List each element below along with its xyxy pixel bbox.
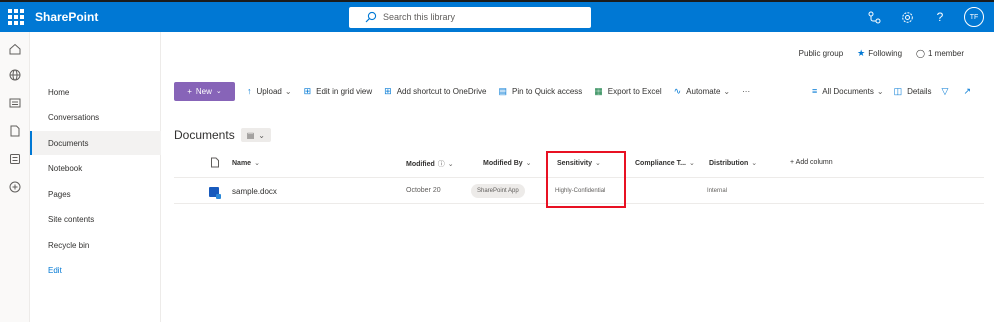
library-title-text: Documents (174, 128, 235, 142)
add-shortcut-label: Add shortcut to OneDrive (396, 86, 487, 96)
site-navigation: Home Conversations Documents Notebook Pa… (30, 32, 161, 322)
search-placeholder: Search this library (383, 12, 456, 22)
settings-gear-icon[interactable] (898, 8, 916, 26)
chevron-down-icon: ⌄ (723, 86, 731, 96)
modified-cell: October 20 (406, 187, 441, 194)
edit-grid-button[interactable]: ⊞ Edit in grid view (304, 86, 373, 97)
pin-icon: ▤ (498, 85, 508, 96)
chevron-down-icon: ⌄ (688, 160, 695, 167)
chevron-down-icon: ⌄ (254, 160, 260, 167)
add-shortcut-button[interactable]: ⊞ Add shortcut to OneDrive (384, 86, 486, 97)
export-label: Export to Excel (607, 86, 662, 96)
shortcut-icon: ⊞ (384, 85, 392, 96)
nav-item-documents[interactable]: Documents (30, 131, 161, 155)
column-distribution-label: Distribution (709, 160, 749, 167)
modified-by-pill[interactable]: SharePoint App (471, 184, 525, 198)
grid-icon: ⊞ (303, 85, 312, 96)
share-network-icon[interactable] (865, 8, 883, 26)
distribution-cell: Internal (707, 188, 728, 194)
automate-label: Automate (686, 86, 721, 96)
star-icon: ★ (857, 48, 866, 58)
chevron-down-icon: ⌄ (751, 160, 758, 167)
column-compliance-label: Compliance T... (635, 160, 686, 167)
file-name-link[interactable]: sample.docx (232, 187, 277, 196)
search-icon (365, 11, 377, 23)
chevron-down-icon: ⌄ (258, 130, 265, 140)
column-header-compliance[interactable]: Compliance T... ⌄ (635, 159, 695, 167)
new-label: New (195, 86, 212, 96)
column-name-label: Name (232, 160, 252, 167)
suite-header: SharePoint Search this library ? TF (0, 0, 994, 32)
file-type-header-icon[interactable] (210, 157, 220, 168)
chevron-down-icon: ⌄ (525, 160, 532, 167)
column-modified-by-label: Modified By (483, 160, 523, 167)
create-icon[interactable] (8, 180, 22, 194)
upload-button[interactable]: ↑ Upload ⌄ (247, 86, 292, 96)
nav-item-conversations[interactable]: Conversations (30, 105, 161, 129)
user-avatar[interactable]: TF (964, 7, 984, 27)
details-label: Details (907, 86, 932, 96)
view-label: All Documents (822, 86, 874, 96)
filter-icon[interactable]: ▽ (942, 86, 954, 97)
nav-item-recycle-bin[interactable]: Recycle bin (30, 233, 161, 257)
column-header-modified-by[interactable]: Modified By ⌄ (483, 159, 532, 167)
expand-icon[interactable]: ↗ (963, 86, 976, 97)
nav-edit-link[interactable]: Edit (30, 258, 161, 282)
chevron-down-icon: ⌄ (876, 86, 884, 96)
details-pane-icon: ◫ (893, 85, 903, 96)
automate-button[interactable]: ∿ Automate ⌄ (674, 86, 731, 97)
lists-icon[interactable] (8, 152, 22, 166)
column-header-name[interactable]: Name ⌄ (232, 159, 260, 167)
command-bar: + New ⌄ ↑ Upload ⌄ ⊞ Edit in grid view ⊞ Add… (174, 81, 984, 101)
column-header-modified[interactable]: Modified ⓘ ⌄ (406, 159, 454, 169)
upload-label: Upload (256, 86, 282, 96)
plus-icon: + (187, 86, 192, 96)
nav-item-site-contents[interactable]: Site contents (30, 207, 161, 231)
info-icon: ⓘ (437, 161, 445, 168)
search-box[interactable]: Search this library (349, 7, 591, 28)
add-column-button[interactable]: + Add column (790, 159, 833, 166)
chevron-down-icon: ⌄ (284, 86, 292, 96)
automate-icon: ∿ (673, 85, 682, 96)
edit-grid-label: Edit in grid view (316, 86, 373, 96)
members-button[interactable]: ◯ 1 member (916, 49, 964, 58)
more-button[interactable]: ··· (742, 87, 750, 96)
column-modified-label: Modified (406, 161, 435, 168)
app-launcher-icon[interactable] (8, 9, 24, 25)
excel-icon: ▦ (594, 85, 603, 96)
filter-lines-icon: ≡ (812, 86, 818, 96)
home-icon[interactable] (8, 42, 22, 56)
sensitivity-highlight-box (546, 151, 626, 208)
word-document-icon (209, 187, 221, 199)
view-switcher[interactable]: ≡ All Documents ⌄ (812, 86, 884, 96)
details-button[interactable]: ◫ Details (894, 86, 932, 97)
nav-item-pages[interactable]: Pages (30, 182, 161, 206)
library-view-icon: ▤​ (246, 130, 255, 140)
nav-item-notebook[interactable]: Notebook (30, 156, 161, 180)
upload-arrow-icon: ↑ (247, 86, 252, 96)
app-brand[interactable]: SharePoint (35, 10, 98, 24)
help-icon[interactable]: ? (931, 8, 949, 26)
news-icon[interactable] (8, 96, 22, 110)
export-excel-button[interactable]: ▦ Export to Excel (594, 86, 661, 97)
globe-icon[interactable] (8, 68, 22, 82)
site-header-actions: Public group ★ Following ◯ 1 member (799, 48, 964, 59)
follow-button[interactable]: ★ Following (857, 48, 902, 59)
chevron-down-icon: ⌄ (215, 88, 222, 95)
files-icon[interactable] (8, 124, 22, 138)
following-label: Following (868, 49, 903, 58)
members-label: 1 member (927, 49, 964, 58)
person-icon: ◯ (916, 49, 925, 58)
app-rail (0, 32, 30, 322)
chevron-down-icon: ⌄ (447, 161, 454, 168)
pin-label: Pin to Quick access (512, 86, 583, 96)
new-button[interactable]: + New ⌄ (174, 81, 235, 101)
column-header-distribution[interactable]: Distribution ⌄ (709, 159, 757, 167)
library-title: Documents ▤​ ⌄ (174, 128, 271, 142)
library-view-button[interactable]: ▤​ ⌄ (240, 128, 271, 142)
group-type-label: Public group (798, 49, 844, 58)
nav-item-home[interactable]: Home (30, 80, 161, 104)
pin-quick-access-button[interactable]: ▤ Pin to Quick access (499, 86, 583, 97)
